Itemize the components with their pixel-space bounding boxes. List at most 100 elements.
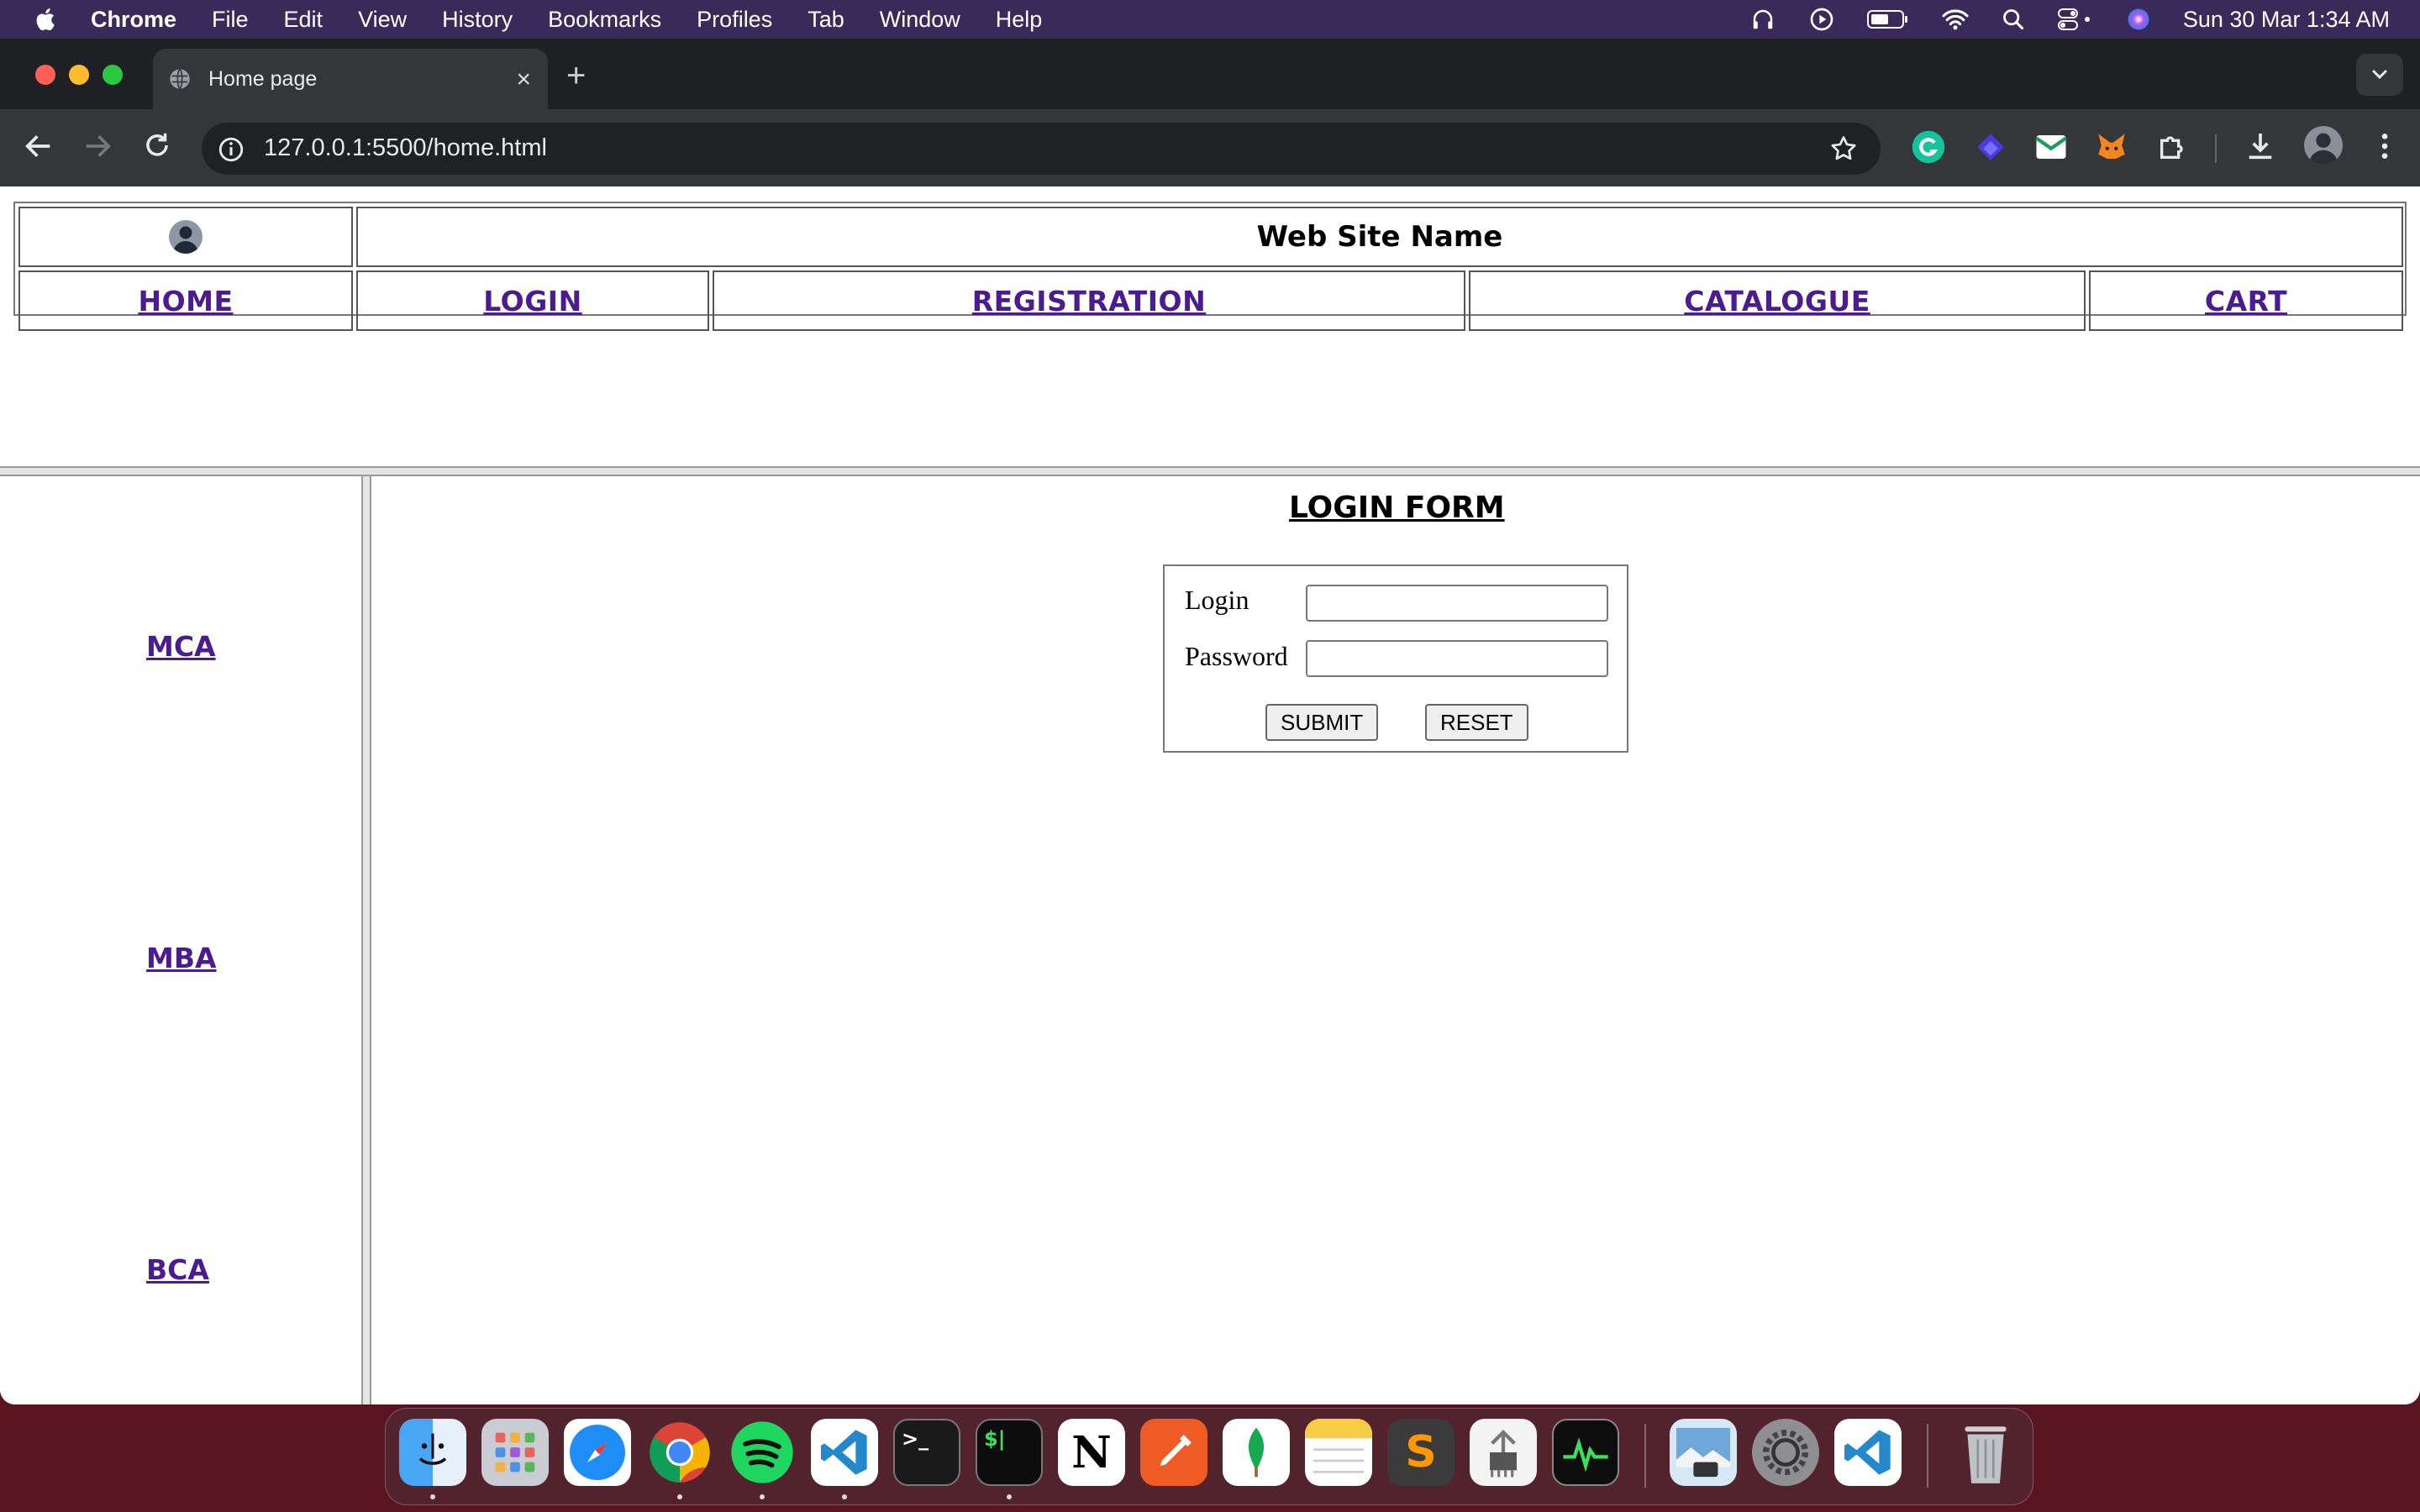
headphones-icon[interactable] xyxy=(1749,7,1776,32)
chip-icon xyxy=(1490,1429,1517,1478)
bookmark-star-icon[interactable] xyxy=(1828,134,1859,164)
iterm-icon[interactable]: $| xyxy=(976,1419,1043,1486)
siri-icon[interactable] xyxy=(2126,7,2151,32)
more-options-icon[interactable] xyxy=(2368,129,2402,163)
profile-avatar[interactable] xyxy=(2304,126,2343,165)
activity-monitor-icon[interactable] xyxy=(1552,1419,1619,1486)
download-icon[interactable] xyxy=(2244,129,2277,163)
photo-icon xyxy=(1676,1427,1730,1478)
control-center-icon[interactable] xyxy=(2057,7,2094,32)
site-logo xyxy=(169,220,203,254)
nav-link-catalogue[interactable]: CATALOGUE xyxy=(1684,285,1870,318)
reset-button[interactable]: RESET xyxy=(1425,704,1528,741)
grammarly-extension-icon[interactable] xyxy=(1911,129,1946,165)
menu-profiles[interactable]: Profiles xyxy=(697,7,772,33)
menu-edit[interactable]: Edit xyxy=(284,7,324,33)
site-info-icon[interactable] xyxy=(217,135,245,164)
close-window-button[interactable] xyxy=(35,65,55,85)
extensions-puzzle-icon[interactable] xyxy=(2156,129,2190,163)
chrome-icon[interactable] xyxy=(646,1419,713,1486)
sublime-text-icon[interactable]: S xyxy=(1387,1419,1455,1486)
terminal-icon[interactable]: >_ xyxy=(893,1419,960,1486)
url-text[interactable]: 127.0.0.1:5500/home.html xyxy=(264,134,547,162)
menu-help[interactable]: Help xyxy=(996,7,1043,33)
tab-home-page[interactable]: Home page × xyxy=(153,49,548,109)
macos-dock: >_ $| N S xyxy=(385,1408,2033,1505)
menu-view[interactable]: View xyxy=(358,7,407,33)
site-name: Web Site Name xyxy=(1256,220,1503,254)
apple-logo-icon[interactable] xyxy=(32,5,60,34)
wifi-icon[interactable] xyxy=(1941,8,1970,31)
login-label: Login xyxy=(1185,585,1249,615)
notes-icon[interactable] xyxy=(1305,1419,1372,1486)
postman-icon[interactable] xyxy=(1140,1419,1207,1486)
system-settings-icon[interactable] xyxy=(1752,1419,1819,1486)
menu-window[interactable]: Window xyxy=(880,7,960,33)
menu-tab[interactable]: Tab xyxy=(808,7,844,33)
play-circle-icon[interactable] xyxy=(1808,6,1835,33)
finder-icon[interactable] xyxy=(399,1419,466,1486)
vertical-frame-divider[interactable] xyxy=(361,476,371,1404)
nav-link-cart[interactable]: CART xyxy=(2205,285,2287,318)
preview-icon[interactable] xyxy=(1670,1419,1737,1486)
chrome-running-indicator xyxy=(677,1494,682,1499)
notepad-icon xyxy=(1305,1419,1372,1473)
header-table: Web Site Name HOME LOGIN REGISTRATION CA… xyxy=(13,202,2407,331)
new-tab-button[interactable]: + xyxy=(566,57,586,95)
minimize-window-button[interactable] xyxy=(69,65,89,85)
password-input[interactable] xyxy=(1306,640,1608,677)
back-arrow-icon[interactable] xyxy=(22,129,55,163)
system-information-icon[interactable] xyxy=(1470,1419,1537,1486)
menu-bar-clock[interactable]: Sun 30 Mar 1:34 AM xyxy=(2183,7,2390,33)
launchpad-icon[interactable] xyxy=(481,1419,549,1486)
tab-search-button[interactable] xyxy=(2356,54,2403,96)
menu-history[interactable]: History xyxy=(442,7,513,33)
tab-close-icon[interactable]: × xyxy=(516,66,531,94)
horizontal-frame-divider[interactable] xyxy=(0,466,2420,476)
login-input[interactable] xyxy=(1306,585,1608,622)
forward-arrow-icon[interactable] xyxy=(81,129,114,163)
nav-link-registration[interactable]: REGISTRATION xyxy=(972,285,1206,318)
sidebar-link-mca[interactable]: MCA xyxy=(146,630,216,663)
iterm-running-indicator xyxy=(1007,1494,1012,1499)
mongodb-compass-icon[interactable] xyxy=(1223,1419,1290,1486)
sidebar-link-bca[interactable]: BCA xyxy=(146,1253,209,1286)
terminal-prompt-glyph: >_ xyxy=(902,1427,929,1451)
spotify-icon[interactable] xyxy=(729,1419,796,1486)
browser-toolbar: 127.0.0.1:5500/home.html xyxy=(0,109,2420,186)
zoom-window-button[interactable] xyxy=(103,65,123,85)
person-icon xyxy=(173,226,198,254)
spotlight-search-icon[interactable] xyxy=(2002,8,2025,31)
nav-cell-catalogue: CATALOGUE xyxy=(1469,270,2086,331)
sidebar-link-mba[interactable]: MBA xyxy=(146,942,217,974)
vscode-alt-icon[interactable] xyxy=(1834,1419,1902,1486)
compass-icon xyxy=(570,1425,625,1480)
trash-icon[interactable] xyxy=(1952,1419,2019,1486)
layers-extension-icon[interactable] xyxy=(1973,129,2008,165)
spotify-running-indicator xyxy=(760,1494,765,1499)
address-bar[interactable]: 127.0.0.1:5500/home.html xyxy=(202,123,1881,175)
menu-file[interactable]: File xyxy=(212,7,249,33)
nav-cell-login: LOGIN xyxy=(356,270,709,331)
finder-face-icon xyxy=(418,1433,447,1465)
nav-link-home[interactable]: HOME xyxy=(138,285,233,318)
metamask-fox-icon[interactable] xyxy=(2094,129,2129,165)
vscode-logo-icon xyxy=(821,1430,867,1475)
grid-icon xyxy=(495,1432,535,1473)
trash-can-icon xyxy=(1965,1426,2007,1483)
menu-bookmarks[interactable]: Bookmarks xyxy=(548,7,661,33)
nav-link-login[interactable]: LOGIN xyxy=(483,285,581,318)
submit-button[interactable]: SUBMIT xyxy=(1265,704,1379,741)
reload-icon[interactable] xyxy=(141,129,173,161)
menu-app-name[interactable]: Chrome xyxy=(91,7,176,33)
safari-icon[interactable] xyxy=(564,1419,631,1486)
login-form-title: LOGIN FORM xyxy=(1289,491,1505,525)
person-icon xyxy=(2308,133,2338,165)
notion-icon[interactable]: N xyxy=(1058,1419,1125,1486)
pulse-graph-icon xyxy=(1563,1437,1608,1473)
battery-icon[interactable] xyxy=(1866,8,1909,30)
sublime-glyph: S xyxy=(1405,1427,1437,1478)
iterm-prompt-glyph: $| xyxy=(984,1427,1006,1451)
mail-extension-icon[interactable] xyxy=(2033,129,2069,165)
vscode-icon[interactable] xyxy=(811,1419,878,1486)
